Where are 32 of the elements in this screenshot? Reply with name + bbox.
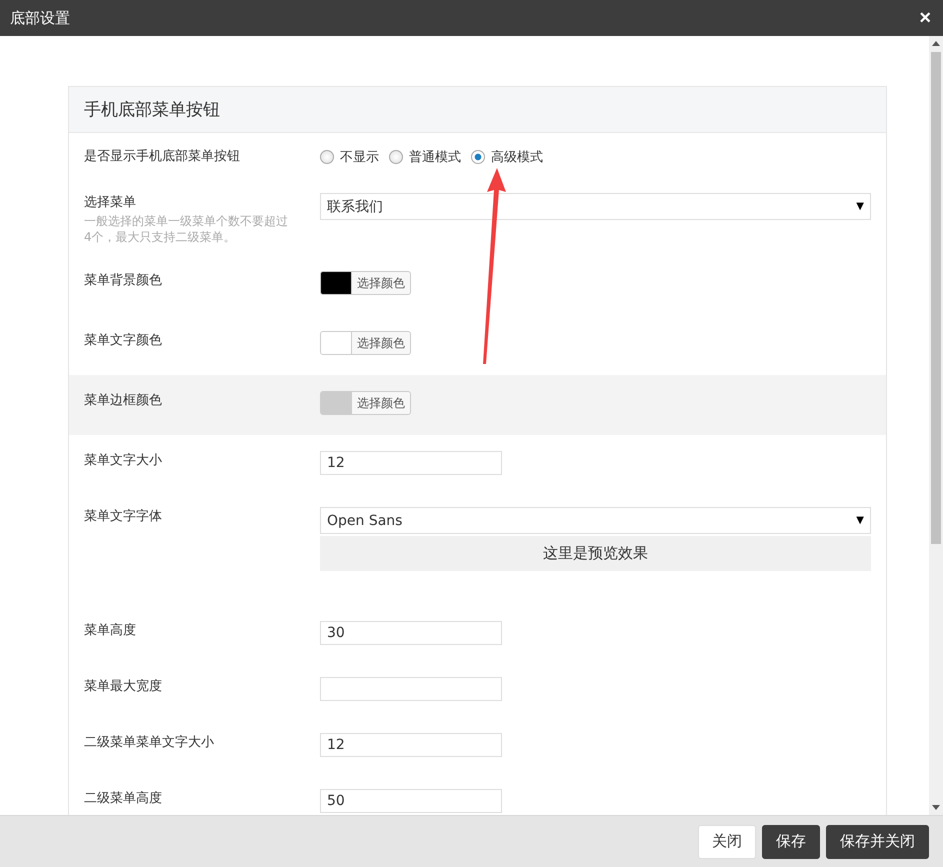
- field-label: 菜单背景颜色: [84, 272, 163, 290]
- field-label: 选择菜单: [84, 194, 137, 212]
- font-select[interactable]: Open Sans ▼: [320, 507, 871, 534]
- field-hint: 一般选择的菜单一级菜单个数不要超过4个，最大只支持二级菜单。: [84, 213, 289, 245]
- field-label: 二级菜单菜单文字大小: [84, 734, 215, 752]
- radio-option[interactable]: 高级模式: [471, 148, 543, 166]
- radio-option[interactable]: 不显示: [320, 148, 379, 166]
- input-field[interactable]: [320, 677, 502, 701]
- input-field[interactable]: 12: [320, 451, 502, 475]
- field-label: 菜单高度: [84, 622, 137, 640]
- footer-button[interactable]: 保存并关闭: [826, 824, 929, 858]
- color-picker-button[interactable]: 选择颜色: [320, 271, 411, 295]
- field-label: 菜单文字颜色: [84, 332, 163, 350]
- color-picker-button[interactable]: 选择颜色: [320, 391, 411, 415]
- field-label: 二级菜单高度: [84, 790, 163, 808]
- field-label: 菜单文字大小: [84, 452, 163, 470]
- field-label: 菜单最大宽度: [84, 678, 163, 696]
- input-field[interactable]: 50: [320, 789, 502, 813]
- footer-button[interactable]: 关闭: [698, 824, 756, 858]
- input-field[interactable]: 12: [320, 733, 502, 757]
- footer-button[interactable]: 保存: [762, 824, 820, 858]
- panel-title: 手机底部菜单按钮: [84, 99, 220, 121]
- font-preview: 这里是预览效果: [320, 536, 871, 571]
- window-title: 底部设置: [10, 8, 70, 28]
- input-field[interactable]: 30: [320, 621, 502, 645]
- field-label: 菜单边框颜色: [84, 392, 163, 410]
- color-picker-button[interactable]: 选择颜色: [320, 331, 411, 355]
- menu-select[interactable]: 联系我们 ▼: [320, 193, 871, 220]
- close-button[interactable]: ×: [915, 6, 935, 30]
- field-label: 菜单文字字体: [84, 508, 163, 526]
- field-label: 是否显示手机底部菜单按钮: [84, 148, 241, 166]
- radio-option[interactable]: 普通模式: [389, 148, 461, 166]
